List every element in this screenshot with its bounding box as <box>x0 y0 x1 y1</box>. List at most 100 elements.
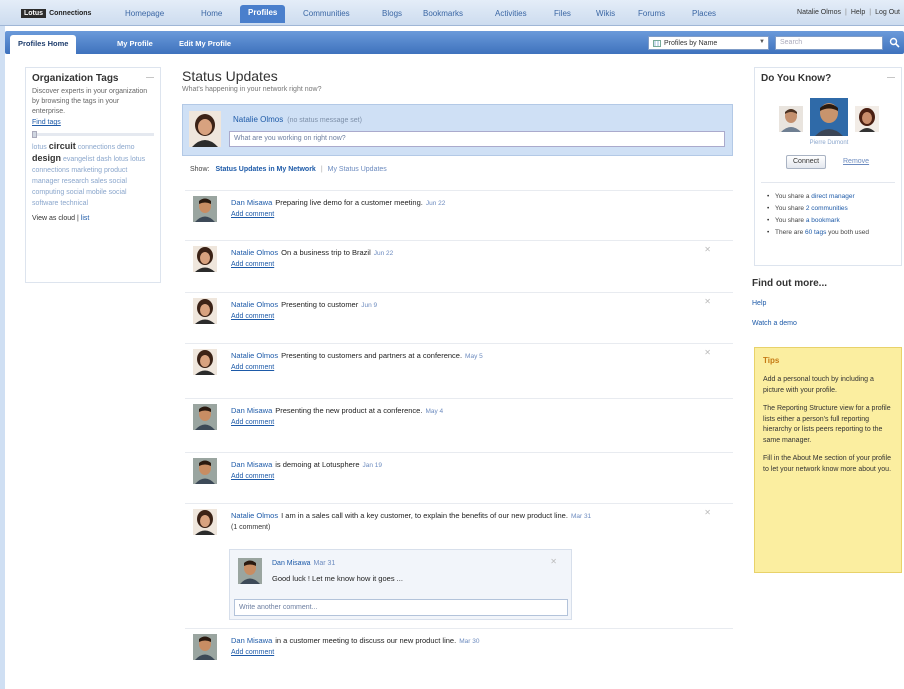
suggested-people-photos[interactable] <box>779 98 879 138</box>
nav-activities[interactable]: Activities <box>495 9 527 18</box>
tag-link[interactable]: research sales social <box>62 178 127 185</box>
tab-profiles-home[interactable]: Profiles Home <box>10 35 77 54</box>
tag-filter-slider[interactable] <box>32 131 154 138</box>
status-update-item: Natalie Olmos On a business trip to Brazi… <box>185 240 733 282</box>
filter-my-network[interactable]: Status Updates in My Network <box>215 166 315 173</box>
nav-forums[interactable]: Forums <box>638 9 665 18</box>
shared-item: You share a direct manager <box>767 192 897 202</box>
comment-count[interactable]: (1 comment) <box>231 524 270 531</box>
search-icon[interactable] <box>887 35 901 50</box>
avatar[interactable] <box>193 196 217 222</box>
status-author[interactable]: Dan Misawa <box>231 636 272 645</box>
close-icon[interactable]: ✕ <box>704 508 711 517</box>
status-date[interactable]: Jun 22 <box>426 200 446 207</box>
add-comment-link[interactable]: Add comment <box>231 313 274 320</box>
avatar[interactable] <box>193 298 217 324</box>
add-comment-link[interactable]: Add comment <box>231 261 274 268</box>
add-comment-link[interactable]: Add comment <box>231 364 274 371</box>
view-as-label: View as cloud <box>32 215 76 222</box>
page-subtitle: What's happening in your network right n… <box>182 86 322 93</box>
shared-item: You share a bookmark <box>767 216 897 226</box>
view-as-list-link[interactable]: list <box>81 215 90 222</box>
add-comment-link[interactable]: Add comment <box>231 211 274 218</box>
tag-link[interactable]: lotus <box>32 144 47 151</box>
status-author[interactable]: Natalie Olmos <box>231 511 278 520</box>
avatar[interactable] <box>193 404 217 430</box>
help-link[interactable]: Help <box>851 9 865 16</box>
nav-blogs[interactable]: Blogs <box>382 9 402 18</box>
nav-wikis[interactable]: Wikis <box>596 9 615 18</box>
close-icon[interactable]: ✕ <box>704 297 711 306</box>
status-date[interactable]: May 5 <box>465 353 483 360</box>
user-name-link[interactable]: Natalie Olmos <box>797 9 841 16</box>
help-link[interactable]: Help <box>752 300 766 307</box>
add-comment-link[interactable]: Add comment <box>231 419 274 426</box>
minimize-icon[interactable]: — <box>887 73 895 84</box>
status-author[interactable]: Dan Misawa <box>231 198 272 207</box>
logout-link[interactable]: Log Out <box>875 9 900 16</box>
status-author[interactable]: Natalie Olmos <box>231 351 278 360</box>
filter-my-updates[interactable]: My Status Updates <box>328 166 387 173</box>
shared-item-link[interactable]: direct manager <box>811 193 854 200</box>
tag-link[interactable]: computing social mobile <box>32 189 107 196</box>
tip-text: Add a personal touch by including a pict… <box>763 376 874 394</box>
tag-link[interactable]: connections <box>78 144 115 151</box>
close-icon[interactable]: ✕ <box>704 245 711 254</box>
status-date[interactable]: Jan 19 <box>363 462 383 469</box>
watch-demo-link[interactable]: Watch a demo <box>752 320 797 327</box>
avatar[interactable] <box>193 246 217 272</box>
tag-link[interactable]: circuit <box>49 141 76 151</box>
status-date[interactable]: Mar 31 <box>571 513 591 520</box>
lotus-connections-logo[interactable]: Lotus Connections <box>21 7 91 20</box>
status-date[interactable]: Jun 9 <box>361 302 377 309</box>
find-tags-link[interactable]: Find tags <box>26 117 160 128</box>
search-input[interactable]: Search <box>775 36 883 50</box>
status-author[interactable]: Dan Misawa <box>231 460 272 469</box>
close-icon[interactable]: ✕ <box>704 348 711 357</box>
shared-item-text: There are <box>775 229 805 236</box>
remove-link[interactable]: Remove <box>843 158 869 165</box>
search-scope-select[interactable]: Profiles by Name ▼ <box>648 36 769 50</box>
tag-link[interactable]: evangelist <box>63 156 95 163</box>
comment-author-name[interactable]: Dan Misawa <box>272 560 311 567</box>
status-text: Presenting the new product at a conferen… <box>275 406 423 415</box>
nav-bookmarks[interactable]: Bookmarks <box>423 9 463 18</box>
nav-profiles[interactable]: Profiles <box>240 5 286 23</box>
shared-item-link[interactable]: 2 communities <box>806 205 848 212</box>
shared-item-link[interactable]: 60 tags <box>805 229 826 236</box>
status-date[interactable]: Mar 30 <box>459 638 479 645</box>
close-icon[interactable]: ✕ <box>550 557 557 566</box>
minimize-icon[interactable]: — <box>146 73 154 84</box>
status-author[interactable]: Natalie Olmos <box>231 248 278 257</box>
status-date[interactable]: May 4 <box>425 408 443 415</box>
nav-communities[interactable]: Communities <box>303 9 350 18</box>
status-author[interactable]: Dan Misawa <box>231 406 272 415</box>
status-update-input[interactable]: What are you working on right now? <box>229 131 725 147</box>
compose-user: Natalie Olmos (no status message set) <box>233 115 362 124</box>
add-comment-link[interactable]: Add comment <box>231 649 274 656</box>
shared-item-link[interactable]: a bookmark <box>806 217 840 224</box>
write-comment-input[interactable]: Write another comment... <box>234 599 568 616</box>
slider-handle[interactable] <box>32 131 37 138</box>
nav-places[interactable]: Places <box>692 9 716 18</box>
nav-homepage[interactable]: Homepage <box>125 9 164 18</box>
comment-thread: Dan Misawa Mar 31 Good luck ! Let me know… <box>229 549 572 620</box>
status-author[interactable]: Natalie Olmos <box>231 300 278 309</box>
tips-title: Tips <box>763 356 780 365</box>
tab-edit-my-profile[interactable]: Edit My Profile <box>171 35 239 54</box>
connect-button[interactable]: Connect <box>786 155 827 169</box>
avatar[interactable] <box>193 509 217 535</box>
nav-files[interactable]: Files <box>554 9 571 18</box>
tag-link[interactable]: design <box>32 153 61 163</box>
tag-link[interactable]: demo <box>117 144 135 151</box>
compose-user-name[interactable]: Natalie Olmos <box>233 115 283 124</box>
tip-text: Fill in the About Me section of your pro… <box>763 455 892 473</box>
status-date[interactable]: Jun 22 <box>374 250 394 257</box>
avatar[interactable] <box>193 634 217 660</box>
avatar[interactable] <box>193 458 217 484</box>
avatar[interactable] <box>193 349 217 375</box>
tab-my-profile[interactable]: My Profile <box>109 35 161 54</box>
suggested-person-name[interactable]: Pierre Dumont <box>755 140 903 146</box>
nav-home[interactable]: Home <box>201 9 222 18</box>
add-comment-link[interactable]: Add comment <box>231 473 274 480</box>
